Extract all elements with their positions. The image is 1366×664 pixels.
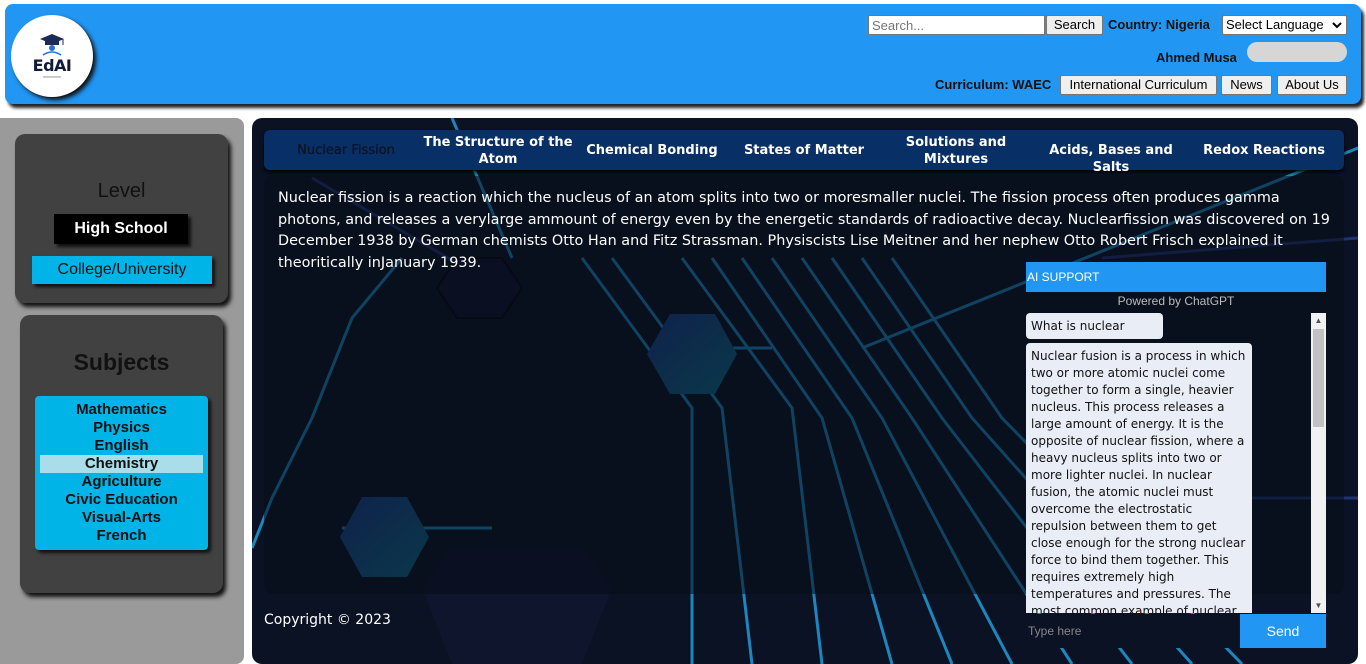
ai-support-header: AI SUPPORT bbox=[1026, 262, 1326, 292]
ai-powered-by: Powered by ChatGPT bbox=[1117, 294, 1235, 308]
logo-text: EdAI bbox=[32, 56, 72, 75]
tab-structure-of-the-atom[interactable]: The Structure of the Atom bbox=[420, 134, 576, 168]
language-select-value: Select Language bbox=[1226, 17, 1324, 32]
chat-scrollbar[interactable]: ▲ ▼ bbox=[1311, 313, 1326, 613]
subject-civic-education[interactable]: Civic Education bbox=[40, 491, 203, 509]
logo[interactable]: EdAI ━━━━━━━━━━ bbox=[11, 15, 93, 97]
scroll-thumb[interactable] bbox=[1313, 329, 1324, 427]
main-content: Nuclear Fission The Structure of the Ato… bbox=[252, 118, 1358, 664]
tab-nuclear-fission[interactable]: Nuclear Fission bbox=[284, 142, 408, 159]
scroll-up-arrow-icon[interactable]: ▲ bbox=[1311, 313, 1326, 328]
chat-bot-message: Nuclear fusion is a process in which two… bbox=[1026, 343, 1252, 613]
search-button[interactable]: Search bbox=[1046, 15, 1103, 35]
subjects-panel: Subjects Mathematics Physics English Che… bbox=[20, 315, 223, 593]
topic-nav: Nuclear Fission The Structure of the Ato… bbox=[264, 130, 1344, 175]
tab-states-of-matter[interactable]: States of Matter bbox=[738, 142, 870, 159]
level-panel: Level High School College/University bbox=[15, 134, 228, 303]
user-profile-pill[interactable] bbox=[1247, 42, 1347, 62]
language-select[interactable]: Select Language bbox=[1222, 15, 1347, 35]
graduation-cap-icon bbox=[39, 33, 65, 57]
curriculum-label: Curriculum: WAEC bbox=[935, 77, 1052, 92]
level-college-university-button[interactable]: College/University bbox=[32, 256, 212, 284]
international-curriculum-button[interactable]: International Curriculum bbox=[1060, 75, 1217, 95]
chat-messages[interactable]: What is nuclear fusion Nuclear fusion is… bbox=[1026, 313, 1326, 613]
subject-physics[interactable]: Physics bbox=[40, 419, 203, 437]
chat-input[interactable] bbox=[1026, 614, 1240, 648]
logo-tagline-mark: ━━━━━━━━━━ bbox=[42, 75, 62, 79]
chevron-down-icon bbox=[1332, 16, 1342, 40]
scroll-down-arrow-icon[interactable]: ▼ bbox=[1311, 598, 1326, 613]
user-name: Ahmed Musa bbox=[1156, 50, 1237, 65]
send-button[interactable]: Send bbox=[1240, 614, 1326, 648]
sidebar: Level High School College/University Sub… bbox=[0, 118, 244, 664]
search-input[interactable] bbox=[868, 15, 1045, 35]
country-label: Country: Nigeria bbox=[1108, 17, 1210, 32]
subject-visual-arts[interactable]: Visual-Arts bbox=[40, 509, 203, 527]
level-title: Level bbox=[97, 180, 146, 202]
subject-english[interactable]: English bbox=[40, 437, 203, 455]
subject-chemistry[interactable]: Chemistry bbox=[40, 455, 203, 473]
news-button[interactable]: News bbox=[1221, 75, 1272, 95]
tab-chemical-bonding[interactable]: Chemical Bonding bbox=[582, 142, 722, 159]
subject-agriculture[interactable]: Agriculture bbox=[40, 473, 203, 491]
header: EdAI ━━━━━━━━━━ Search Country: Nigeria … bbox=[5, 4, 1361, 104]
subject-mathematics[interactable]: Mathematics bbox=[40, 401, 203, 419]
subjects-list: Mathematics Physics English Chemistry Ag… bbox=[35, 396, 208, 550]
level-high-school-button[interactable]: High School bbox=[54, 214, 188, 244]
subject-french[interactable]: French bbox=[40, 527, 203, 545]
tab-acids-bases-salts[interactable]: Acids, Bases and Salts bbox=[1032, 142, 1190, 176]
about-us-button[interactable]: About Us bbox=[1277, 75, 1347, 95]
subjects-title: Subjects bbox=[73, 349, 170, 375]
tab-redox-reactions[interactable]: Redox Reactions bbox=[1200, 142, 1328, 159]
copyright: Copyright © 2023 bbox=[264, 612, 391, 628]
tab-solutions-and-mixtures[interactable]: Solutions and Mixtures bbox=[894, 134, 1018, 168]
chat-user-message: What is nuclear fusion bbox=[1026, 313, 1163, 359]
